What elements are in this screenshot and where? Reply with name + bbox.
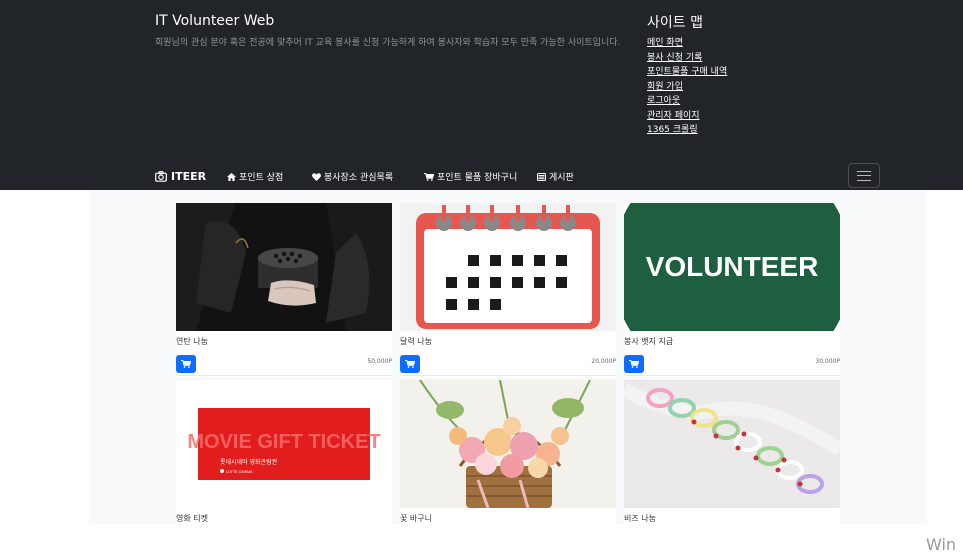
card-divider	[400, 375, 616, 376]
product-name: 봉사 뱃지 지급	[624, 337, 674, 346]
ticket-image-subtext: 롯데시네마 영화관람권	[220, 458, 277, 466]
ticket-image-brand: LOTTE CINEMA	[226, 470, 253, 474]
sitemap-link-signup[interactable]: 회원 가입	[647, 82, 683, 92]
product-image[interactable]	[624, 380, 840, 508]
product-card[interactable]: 비즈 나눔	[624, 380, 840, 524]
navbar-brand[interactable]: ITEER	[155, 170, 206, 183]
add-to-cart-button[interactable]	[176, 355, 196, 373]
sitemap-link-admin[interactable]: 관리자 페이지	[647, 111, 700, 121]
heart-icon	[312, 172, 321, 181]
sitemap-link-logout[interactable]: 로그아웃	[647, 96, 680, 106]
sitemap-link-volunteer-history[interactable]: 봉사 신청 기록	[647, 53, 702, 63]
sitemap-link-purchase-history[interactable]: 포인트물품 구매 내역	[647, 67, 727, 77]
nav-item-label: 포인트 상점	[239, 173, 284, 183]
product-image[interactable]	[400, 203, 616, 331]
nav-item-label: 게시판	[549, 173, 574, 183]
nav-item-label: 봉사장소 관심목록	[324, 173, 394, 183]
product-image[interactable]	[176, 203, 392, 331]
product-image[interactable]: MOVIE GIFT TICKET 롯데시네마 영화관람권 LOTTE CINE…	[176, 380, 392, 508]
nav-item-wishlist[interactable]: 봉사장소 관심목록	[312, 170, 393, 183]
nav-item-point-shop[interactable]: 포인트 상점	[227, 170, 283, 183]
site-title: IT Volunteer Web	[155, 13, 275, 29]
product-price: 50,000P	[367, 358, 392, 365]
nav-item-cart[interactable]: 포인트 물품 장바구니	[424, 170, 517, 183]
product-grid: 연탄 나눔 50,000P 달력 나눔 20,000P VOLUNTEER 봉사…	[89, 190, 927, 524]
list-icon	[537, 172, 546, 181]
sitemap-list: 메인 화면 봉사 신청 기록 포인트물품 구매 내역 회원 가입 로그아웃 관리…	[647, 36, 727, 138]
cart-icon	[405, 360, 415, 368]
home-icon	[227, 172, 236, 181]
product-name: 비즈 나눔	[624, 514, 656, 523]
product-image[interactable]: VOLUNTEER	[624, 203, 840, 331]
card-divider	[624, 375, 840, 376]
product-card[interactable]: 연탄 나눔 50,000P	[176, 203, 392, 377]
sitemap-title: 사이트 맵	[647, 15, 703, 31]
add-to-cart-button[interactable]	[624, 355, 644, 373]
windows-activation-watermark: Win	[926, 535, 957, 554]
navbar: ITEER 포인트 상점 봉사장소 관심목록 포인트 물품 장바구니 게시판	[0, 160, 963, 190]
product-card[interactable]: VOLUNTEER 봉사 뱃지 지급 30,000P	[624, 203, 840, 377]
cart-icon	[424, 172, 434, 181]
product-card[interactable]: 꽃 바구니	[400, 380, 616, 524]
product-name: 연탄 나눔	[176, 337, 208, 346]
add-to-cart-button[interactable]	[400, 355, 420, 373]
hamburger-icon	[857, 170, 871, 181]
product-name: 달력 나눔	[400, 337, 432, 346]
site-description: 회원님의 관심 분야 혹은 전공에 맞추어 IT 교육 봉사를 신청 가능하게 …	[155, 38, 621, 48]
product-price: 30,000P	[815, 358, 840, 365]
product-card[interactable]: MOVIE GIFT TICKET 롯데시네마 영화관람권 LOTTE CINE…	[176, 380, 392, 524]
product-name: 꽃 바구니	[400, 514, 432, 523]
product-price: 20,000P	[591, 358, 616, 365]
cart-icon	[181, 360, 191, 368]
navbar-toggler-button[interactable]	[848, 163, 880, 188]
product-card[interactable]: 달력 나눔 20,000P	[400, 203, 616, 377]
card-divider	[176, 375, 392, 376]
product-image[interactable]	[400, 380, 616, 508]
navbar-brand-label: ITEER	[171, 170, 207, 183]
camera-icon	[155, 171, 167, 182]
sitemap-link-1365-crawling[interactable]: 1365 크롤링	[647, 125, 698, 135]
product-name: 영화 티켓	[176, 514, 208, 523]
cart-icon	[629, 360, 639, 368]
site-header: IT Volunteer Web 회원님의 관심 분야 혹은 전공에 맞추어 I…	[0, 0, 963, 190]
nav-item-board[interactable]: 게시판	[537, 170, 574, 183]
sitemap-link-main[interactable]: 메인 화면	[647, 38, 683, 48]
nav-item-label: 포인트 물품 장바구니	[437, 173, 518, 183]
ticket-image-text: MOVIE GIFT TICKET	[187, 431, 380, 453]
badge-image-text: VOLUNTEER	[646, 251, 819, 282]
